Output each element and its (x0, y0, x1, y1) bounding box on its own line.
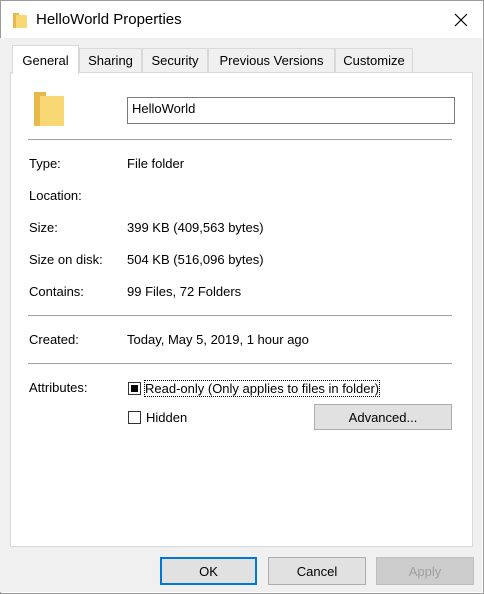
size-value: 399 KB (409,563 bytes) (127, 220, 264, 235)
created-label: Created: (29, 332, 79, 347)
hidden-checkbox[interactable] (128, 411, 141, 424)
tab-sharing-label: Sharing (88, 53, 133, 68)
folder-icon (13, 13, 27, 28)
folder-icon (34, 92, 64, 126)
apply-button-label: Apply (408, 563, 442, 579)
contains-value: 99 Files, 72 Folders (127, 284, 242, 299)
close-icon (454, 13, 468, 27)
size-on-disk-value: 504 KB (516,096 bytes) (127, 252, 264, 267)
tab-previous-versions[interactable]: Previous Versions (208, 48, 335, 72)
readonly-label[interactable]: Read-only (Only applies to files in fold… (143, 380, 381, 397)
readonly-checkbox[interactable] (128, 382, 141, 395)
type-value: File folder (127, 156, 185, 171)
window-title: HelloWorld Properties (36, 11, 182, 28)
apply-button[interactable]: Apply (376, 557, 474, 585)
general-panel (10, 72, 473, 547)
type-label: Type: (29, 156, 61, 171)
cancel-button-label: Cancel (296, 563, 338, 579)
advanced-button-label: Advanced... (348, 409, 418, 425)
tab-sharing[interactable]: Sharing (79, 48, 142, 72)
separator (28, 139, 452, 140)
tab-customize[interactable]: Customize (335, 48, 413, 72)
tab-customize-label: Customize (343, 53, 405, 68)
tab-previous-versions-label: Previous Versions (219, 53, 324, 68)
tab-security[interactable]: Security (142, 48, 208, 72)
size-on-disk-label: Size on disk: (29, 252, 103, 267)
ok-button-label: OK (199, 563, 218, 579)
close-button[interactable] (439, 1, 483, 39)
folder-name-field[interactable]: HelloWorld (127, 97, 455, 124)
separator (28, 363, 452, 364)
cancel-button[interactable]: Cancel (268, 557, 366, 585)
created-value: Today, May 5, 2019, 1 hour ago (127, 332, 309, 347)
separator (28, 315, 452, 316)
location-label: Location: (29, 188, 82, 203)
title-bar[interactable]: HelloWorld Properties (1, 1, 483, 39)
advanced-button[interactable]: Advanced... (314, 404, 452, 430)
contains-label: Contains: (29, 284, 84, 299)
hidden-label[interactable]: Hidden (146, 410, 187, 425)
attributes-label: Attributes: (29, 380, 88, 395)
tab-security-label: Security (151, 53, 199, 68)
ok-button[interactable]: OK (160, 557, 257, 585)
tab-general[interactable]: General (12, 45, 79, 74)
size-label: Size: (29, 220, 58, 235)
indeterminate-mark (131, 385, 138, 392)
tab-general-label: General (22, 52, 69, 68)
